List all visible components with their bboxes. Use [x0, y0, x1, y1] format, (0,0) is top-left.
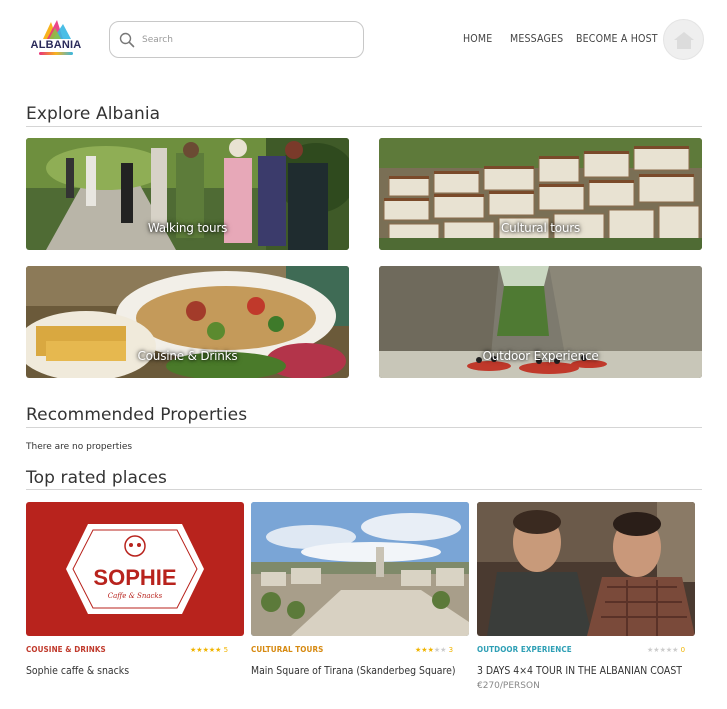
user-avatar[interactable] — [663, 19, 704, 60]
card-rating: ★★★★★ 5 — [190, 646, 228, 654]
tile-label: Cousine & Drinks — [137, 349, 238, 363]
card-image-sophie[interactable]: SOPHIE Caffe & Snacks — [26, 502, 244, 636]
star-empty-icon: ★ — [440, 646, 447, 654]
recommended-title: Recommended Properties — [26, 405, 248, 425]
nav-home[interactable]: HOME — [463, 32, 492, 45]
card-category: COUSINE & DRINKS — [26, 645, 106, 654]
card-title[interactable]: Main Square of Tirana (Skanderbeg Square… — [251, 664, 456, 677]
header: ALBANIA HOME MESSAGES BECOME A HOST — [0, 0, 727, 80]
top-rated-divider — [26, 489, 702, 490]
tile-walking-tours[interactable]: Walking tours — [26, 138, 349, 250]
nav-become-a-host[interactable]: BECOME A HOST — [576, 32, 658, 45]
card-title[interactable]: Sophie caffe & snacks — [26, 664, 129, 677]
tile-label: Outdoor Experience — [482, 349, 599, 363]
albania-logo[interactable]: ALBANIA — [27, 18, 87, 60]
sophie-logo-image: SOPHIE Caffe & Snacks — [26, 502, 244, 636]
explore-title: Explore Albania — [26, 104, 161, 124]
logo-underline — [39, 52, 73, 55]
tile-outdoor-experience[interactable]: Outdoor Experience — [379, 266, 702, 378]
tile-cousine-drinks[interactable]: Cousine & Drinks — [26, 266, 349, 378]
home-avatar-icon — [674, 32, 694, 49]
sophie-logo-text: SOPHIE — [93, 565, 176, 590]
star-filled-icon: ★ — [215, 646, 222, 654]
recommended-divider — [26, 427, 702, 428]
search-icon — [119, 32, 135, 48]
sophie-logo-subtext: Caffe & Snacks — [108, 592, 163, 600]
card-category: OUTDOOR EXPERIENCE — [477, 645, 572, 654]
card-rating: ★★★★★ 3 — [415, 646, 453, 654]
card-category: CULTURAL TOURS — [251, 645, 324, 654]
search-input[interactable] — [142, 31, 352, 49]
nav-messages[interactable]: MESSAGES — [510, 32, 563, 45]
search-box[interactable] — [109, 21, 364, 58]
star-empty-icon: ★ — [672, 646, 679, 654]
rating-value: 0 — [680, 646, 686, 654]
card-title[interactable]: 3 DAYS 4×4 TOUR IN THE ALBANIAN COAST — [477, 664, 682, 677]
no-properties-text: There are no properties — [26, 442, 133, 452]
rating-value: 5 — [223, 646, 229, 654]
logo-text: ALBANIA — [30, 39, 82, 51]
rating-stars: ★★★★★ — [190, 646, 224, 654]
rating-stars: ★★★★★ — [647, 646, 681, 654]
rating-stars: ★★★★★ — [415, 646, 449, 654]
tile-label: Cultural tours — [500, 221, 581, 235]
tile-cultural-tours[interactable]: Cultural tours — [379, 138, 702, 250]
rating-value: 3 — [448, 646, 454, 654]
tile-label: Walking tours — [147, 221, 228, 235]
explore-divider — [26, 126, 702, 127]
top-rated-title: Top rated places — [26, 468, 168, 488]
tirana-square-image — [251, 502, 469, 636]
4x4-tour-image — [477, 502, 695, 636]
card-rating: ★★★★★ 0 — [647, 646, 685, 654]
card-price: €270/PERSON — [477, 681, 540, 691]
card-image-4x4-tour[interactable] — [477, 502, 695, 636]
card-image-tirana[interactable] — [251, 502, 469, 636]
